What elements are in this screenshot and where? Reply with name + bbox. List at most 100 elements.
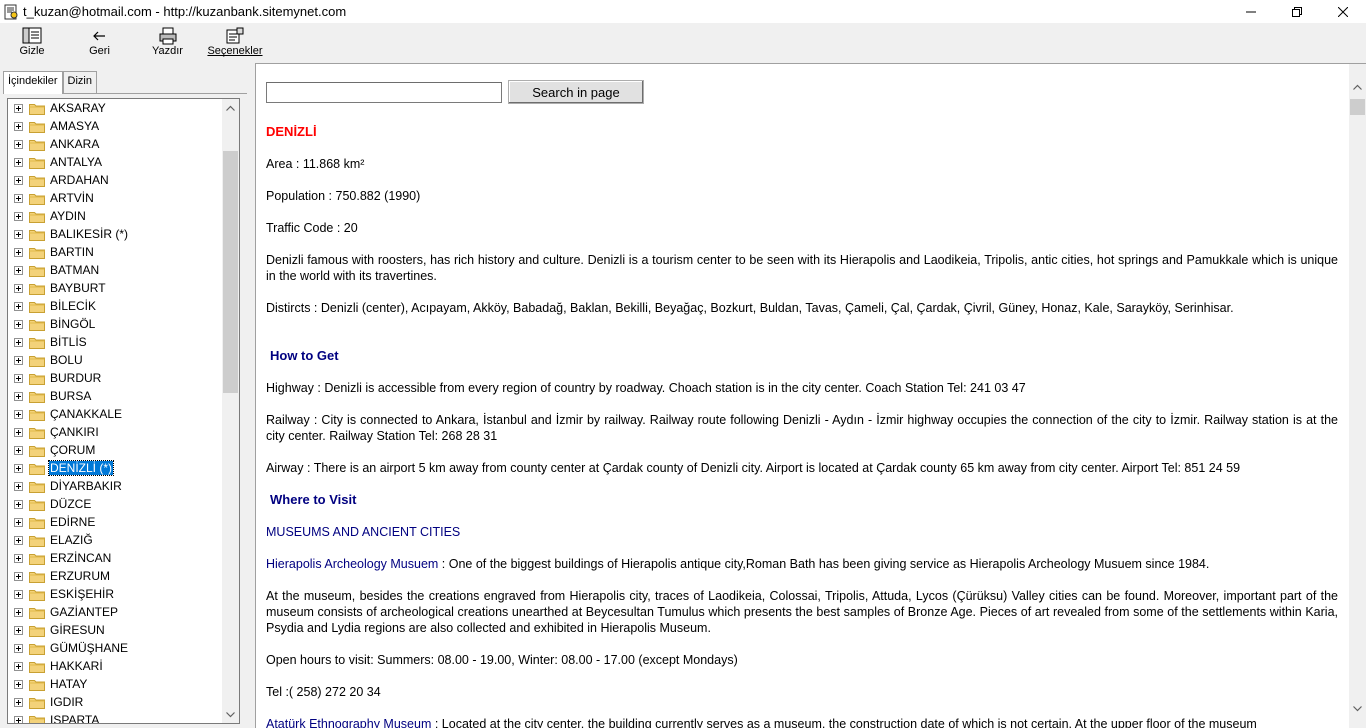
- expand-icon[interactable]: [14, 193, 23, 203]
- expand-icon[interactable]: [14, 445, 23, 455]
- tree-item[interactable]: BAYBURT: [8, 279, 221, 297]
- tree-item[interactable]: ANTALYA: [8, 153, 221, 171]
- expand-icon[interactable]: [14, 481, 23, 491]
- expand-icon[interactable]: [14, 643, 23, 653]
- tree-item[interactable]: BİTLİS: [8, 333, 221, 351]
- search-input[interactable]: [266, 81, 502, 103]
- expand-icon[interactable]: [14, 157, 23, 167]
- expand-icon[interactable]: [14, 283, 23, 293]
- expand-icon[interactable]: [14, 553, 23, 563]
- content-scroll-up-button[interactable]: [1349, 78, 1366, 95]
- options-button[interactable]: Seçenekler: [200, 23, 270, 63]
- tree-item-label: BİTLİS: [50, 335, 87, 349]
- expand-icon[interactable]: [14, 499, 23, 509]
- tree-item[interactable]: BİLECİK: [8, 297, 221, 315]
- minimize-button[interactable]: [1228, 0, 1274, 23]
- tree-item[interactable]: AMASYA: [8, 117, 221, 135]
- tree-item[interactable]: BATMAN: [8, 261, 221, 279]
- expand-icon[interactable]: [14, 607, 23, 617]
- tree-item[interactable]: ANKARA: [8, 135, 221, 153]
- tree-item[interactable]: ERZURUM: [8, 567, 221, 585]
- expand-icon[interactable]: [14, 373, 23, 383]
- tree-item[interactable]: DÜZCE: [8, 495, 221, 513]
- tree-item[interactable]: ARTVİN: [8, 189, 221, 207]
- tree-item[interactable]: GİRESUN: [8, 621, 221, 639]
- expand-icon[interactable]: [14, 319, 23, 329]
- expand-icon[interactable]: [14, 517, 23, 527]
- expand-icon[interactable]: [14, 391, 23, 401]
- folder-icon: [29, 408, 45, 421]
- expand-icon[interactable]: [14, 247, 23, 257]
- expand-icon[interactable]: [14, 337, 23, 347]
- tree-item[interactable]: DİYARBAKIR: [8, 477, 221, 495]
- expand-icon[interactable]: [14, 571, 23, 581]
- hide-button[interactable]: Gizle: [0, 23, 64, 63]
- tree-item[interactable]: GÜMÜŞHANE: [8, 639, 221, 657]
- tree-item-label: AYDIN: [50, 209, 86, 223]
- expand-icon[interactable]: [14, 661, 23, 671]
- search-button[interactable]: Search in page: [508, 80, 644, 104]
- expand-icon[interactable]: [14, 301, 23, 311]
- tree-item[interactable]: EDİRNE: [8, 513, 221, 531]
- restore-button[interactable]: [1274, 0, 1320, 23]
- tel-paragraph: Tel :( 258) 272 20 34: [266, 685, 381, 699]
- tab-index[interactable]: Dizin: [62, 71, 97, 93]
- expand-icon[interactable]: [14, 409, 23, 419]
- expand-icon[interactable]: [14, 355, 23, 365]
- expand-icon[interactable]: [14, 589, 23, 599]
- expand-icon[interactable]: [14, 121, 23, 131]
- tree-item[interactable]: ESKİŞEHİR: [8, 585, 221, 603]
- expand-icon[interactable]: [14, 103, 23, 113]
- navigation-pane: İçindekiler Dizin AKSARAY AMASYA ANKARA ANT…: [0, 63, 250, 728]
- tree-item[interactable]: BOLU: [8, 351, 221, 369]
- tree-item[interactable]: BALIKESİR (*): [8, 225, 221, 243]
- scroll-up-button[interactable]: [222, 99, 239, 116]
- museum1-link[interactable]: Hierapolis Archeology Musuem: [266, 557, 438, 571]
- tree-item[interactable]: BİNGÖL: [8, 315, 221, 333]
- tree-item[interactable]: GAZİANTEP: [8, 603, 221, 621]
- tree-item[interactable]: AKSARAY: [8, 99, 221, 117]
- expand-icon[interactable]: [14, 535, 23, 545]
- tree-item[interactable]: BARTIN: [8, 243, 221, 261]
- tree-item[interactable]: ISPARTA: [8, 711, 221, 723]
- tree-item[interactable]: BURSA: [8, 387, 221, 405]
- tree-item[interactable]: HATAY: [8, 675, 221, 693]
- tab-contents[interactable]: İçindekiler: [3, 71, 63, 94]
- content-scroll-down-button[interactable]: [1349, 700, 1366, 717]
- expand-icon[interactable]: [14, 139, 23, 149]
- museum2-link[interactable]: Atatürk Ethnography Museum: [266, 717, 431, 728]
- back-button[interactable]: Geri: [64, 23, 135, 63]
- chevron-up-icon: [1353, 84, 1362, 90]
- tree-scrollbar[interactable]: [222, 99, 239, 723]
- expand-icon[interactable]: [14, 715, 23, 723]
- tree-item[interactable]: HAKKARİ: [8, 657, 221, 675]
- content-scrollbar[interactable]: [1349, 64, 1366, 728]
- tree-item[interactable]: ARDAHAN: [8, 171, 221, 189]
- scroll-thumb[interactable]: [223, 151, 238, 393]
- tree-item[interactable]: ELAZIĞ: [8, 531, 221, 549]
- tree-item-label: IGDIR: [50, 695, 84, 709]
- tree-item[interactable]: ERZİNCAN: [8, 549, 221, 567]
- tree-item[interactable]: DENİZLİ (*): [8, 459, 221, 477]
- tree-item[interactable]: ÇORUM: [8, 441, 221, 459]
- expand-icon[interactable]: [14, 697, 23, 707]
- contents-tree[interactable]: AKSARAY AMASYA ANKARA ANTALYA ARDAHAN ARTVİN A…: [7, 98, 240, 724]
- expand-icon[interactable]: [14, 427, 23, 437]
- expand-icon[interactable]: [14, 679, 23, 689]
- content-scroll-thumb[interactable]: [1350, 99, 1365, 115]
- expand-icon[interactable]: [14, 211, 23, 221]
- close-button[interactable]: [1320, 0, 1366, 23]
- tree-item[interactable]: ÇANKIRI: [8, 423, 221, 441]
- print-button[interactable]: Yazdır: [135, 23, 200, 63]
- scroll-down-button[interactable]: [222, 706, 239, 723]
- expand-icon[interactable]: [14, 265, 23, 275]
- expand-icon[interactable]: [14, 229, 23, 239]
- expand-icon[interactable]: [14, 625, 23, 635]
- tree-item[interactable]: ÇANAKKALE: [8, 405, 221, 423]
- expand-icon[interactable]: [14, 463, 23, 473]
- folder-icon: [29, 318, 45, 331]
- tree-item[interactable]: BURDUR: [8, 369, 221, 387]
- tree-item[interactable]: AYDIN: [8, 207, 221, 225]
- expand-icon[interactable]: [14, 175, 23, 185]
- tree-item[interactable]: IGDIR: [8, 693, 221, 711]
